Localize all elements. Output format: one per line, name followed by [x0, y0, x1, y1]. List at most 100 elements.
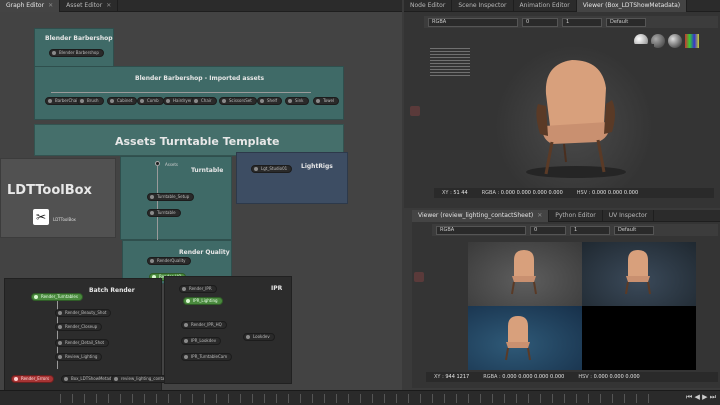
graph-node[interactable]: Render_Closeup	[55, 323, 103, 331]
backdrop-title: Blender Barbershop	[45, 35, 113, 42]
tab-animation-editor[interactable]: Animation Editor	[514, 0, 577, 12]
armchair-thumbnail	[505, 316, 531, 361]
color-checker-icon[interactable]	[685, 34, 699, 48]
armchair-thumbnail	[625, 250, 651, 295]
viewer-side-icon[interactable]	[414, 272, 424, 282]
asset-node[interactable]: Chair	[191, 97, 217, 105]
hsv-readout: 0.000 0.000 0.000	[592, 190, 639, 196]
asset-node[interactable]: Sink	[285, 97, 309, 105]
viewer-bottom-tabbar: Viewer (review_lighting_contactSheet) ✕ P…	[412, 209, 720, 222]
gamma-field[interactable]: 1	[570, 225, 610, 235]
contact-sheet-tile	[468, 242, 582, 306]
xy-readout: 51 44	[453, 190, 468, 196]
close-icon[interactable]: ✕	[106, 2, 111, 9]
armchair-thumbnail	[511, 250, 537, 295]
asset-node[interactable]: Brush	[77, 97, 104, 105]
timeline-ticks	[60, 394, 660, 403]
play-controls[interactable]: ⏮ ◀ ▶ ⏭	[686, 393, 716, 402]
hsv-readout: 0.000 0.000 0.000	[593, 374, 640, 380]
channel-select[interactable]: RGBA	[428, 17, 518, 27]
exposure-field[interactable]: 0	[522, 17, 558, 27]
xy-readout: 944 1217	[445, 374, 470, 380]
viewer-toolbar: RGBA 0 1 Default	[432, 224, 718, 236]
toolbox-node-label: LDTToolBox	[53, 217, 76, 222]
turntable-backdrop[interactable]: Turntable Assets Turntable_Setup Turntab…	[120, 156, 232, 241]
viewer-top-tabbar: Node Editor Scene Inspector Animation Ed…	[404, 0, 720, 12]
graph-node[interactable]: IPR_Lookdev	[181, 337, 222, 345]
contact-sheet-tile	[468, 306, 582, 370]
rgba-readout: 0.000 0.000 0.000 0.000	[500, 190, 563, 196]
input-label: Assets	[165, 162, 179, 167]
viewer-status-bar: XY : 944 1217 RGBA : 0.000 0.000 0.000 0…	[426, 372, 718, 382]
tab-python-editor[interactable]: Python Editor	[549, 209, 603, 222]
viewer-status-bar: XY : 51 44 RGBA : 0.000 0.000 0.000 0.00…	[434, 188, 714, 198]
graph-node[interactable]: IPR_TurntableCam	[181, 353, 233, 361]
colorspace-select[interactable]: Default	[614, 225, 654, 235]
backdrop-title: IPR	[271, 285, 283, 292]
viewer-side-icon[interactable]	[410, 106, 420, 116]
imported-assets-backdrop[interactable]: Blender Barbershop - Imported assets Bar…	[34, 66, 344, 120]
asset-node[interactable]: Cabinet	[107, 97, 138, 105]
tab-uv-inspector[interactable]: UV Inspector	[603, 209, 655, 222]
graph-node[interactable]: Lookdev	[243, 333, 275, 341]
asset-node[interactable]: Comb	[137, 97, 164, 105]
tab-asset-editor[interactable]: Asset Editor ✕	[60, 0, 119, 12]
contact-sheet-tile	[582, 242, 696, 306]
contact-sheet	[468, 242, 696, 370]
channel-select[interactable]: RGBA	[436, 225, 526, 235]
graph-node[interactable]: Render_Turntables	[31, 293, 83, 301]
metadata-text-block	[430, 48, 470, 78]
graph-editor[interactable]: Blender Barbershop Blender Barbershop Bl…	[0, 12, 402, 390]
backdrop-title: Batch Render	[89, 287, 135, 294]
graph-node[interactable]: Render_Beauty_Shot	[55, 309, 112, 317]
backdrop-title: Blender Barbershop - Imported assets	[135, 75, 265, 82]
tab-viewer-metadata[interactable]: Viewer (Box_LDTShowMetadata)	[576, 0, 688, 12]
timeline-bar[interactable]: ⏮ ◀ ▶ ⏭	[0, 390, 720, 405]
ldt-toolbox-panel[interactable]: LDTToolBox ✂ LDTToolBox	[0, 158, 116, 238]
close-icon[interactable]: ✕	[48, 2, 53, 9]
graph-node[interactable]: Render_IPR	[179, 285, 217, 293]
colorspace-select[interactable]: Default	[606, 17, 646, 27]
tab-scene-inspector[interactable]: Scene Inspector	[452, 0, 514, 12]
rgba-readout: 0.000 0.000 0.000 0.000	[502, 374, 565, 380]
asset-node[interactable]: ScissorsSet	[219, 97, 257, 105]
graph-node[interactable]: Turntable	[147, 209, 181, 217]
graph-node[interactable]: IPR_Lighting	[183, 297, 223, 305]
asset-node[interactable]: Shelf	[257, 97, 283, 105]
banner-title: Assets Turntable Template	[115, 135, 280, 148]
asset-node[interactable]: Towel	[313, 97, 340, 105]
error-node[interactable]: Render_Errors	[11, 375, 55, 383]
gamma-field[interactable]: 1	[562, 17, 602, 27]
graph-node[interactable]: Lgt_Studio01	[251, 165, 293, 173]
graph-node[interactable]: Render_Detail_Shot	[55, 339, 110, 347]
tools-icon[interactable]: ✂	[33, 209, 49, 225]
backdrop-title: LightRigs	[301, 163, 333, 170]
lightrigs-backdrop[interactable]: LightRigs Lgt_Studio01	[236, 152, 348, 204]
tab-node-editor[interactable]: Node Editor	[404, 0, 453, 12]
graph-node[interactable]: Blender Barbershop	[49, 49, 104, 57]
tab-graph-editor[interactable]: Graph Editor ✕	[0, 0, 61, 12]
toolbox-title: LDTToolBox	[7, 183, 92, 198]
viewer-toolbar: RGBA 0 1 Default	[424, 16, 718, 28]
connection-line	[51, 92, 311, 93]
graph-node[interactable]: Render_IPR_HQ	[181, 321, 227, 329]
backdrop-title: Turntable	[191, 167, 224, 174]
ipr-backdrop[interactable]: IPR Render_IPR IPR_Lighting Render_IPR_H…	[164, 276, 292, 384]
graph-node[interactable]: Review_Lighting	[55, 353, 103, 361]
viewer-top[interactable]: RGBA 0 1 Default XY : 51 44 RGBA : 0.000…	[404, 12, 720, 208]
viewer-bottom[interactable]: RGBA 0 1 Default XY : 944 1217 RGBA : 0.…	[412, 222, 720, 388]
armchair-render	[526, 60, 626, 178]
contact-sheet-empty-tile	[582, 306, 696, 370]
batch-render-backdrop[interactable]: Batch Render Render_Turntables Render_Be…	[4, 278, 185, 390]
tab-viewer-contact-sheet[interactable]: Viewer (review_lighting_contactSheet) ✕	[412, 209, 550, 222]
blender-barbershop-backdrop[interactable]: Blender Barbershop Blender Barbershop	[34, 28, 114, 68]
graph-node[interactable]: RenderQuality	[147, 257, 191, 265]
viewer-render	[494, 44, 654, 194]
backdrop-title: Render Quality	[179, 249, 230, 256]
graph-node[interactable]: Turntable_Setup	[147, 193, 195, 201]
graph-tabbar: Graph Editor ✕ Asset Editor ✕	[0, 0, 402, 12]
sphere-chrome-icon[interactable]	[668, 34, 682, 48]
close-icon[interactable]: ✕	[537, 212, 542, 219]
exposure-field[interactable]: 0	[530, 225, 566, 235]
connection-line	[157, 165, 158, 241]
